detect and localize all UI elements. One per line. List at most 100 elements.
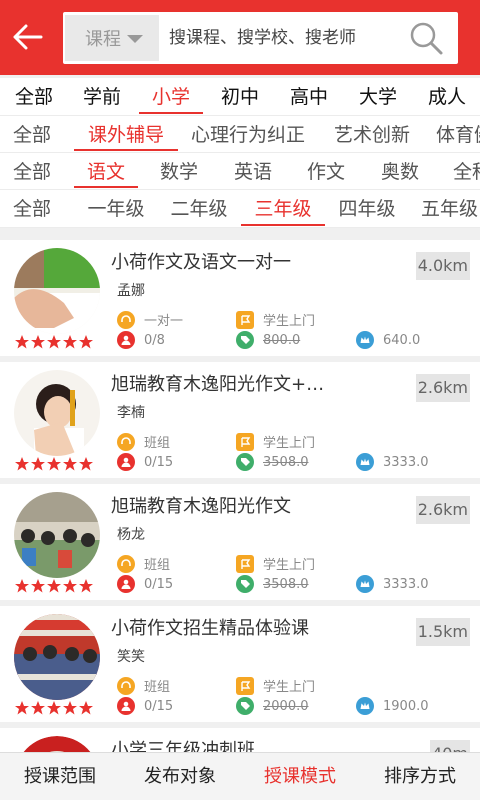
enrollment-count: 0/15 (144, 576, 174, 592)
enrollment: 0/15 (117, 697, 173, 715)
mode-label: 班组 (144, 436, 171, 451)
crown-icon (356, 575, 374, 593)
discount-price: 3333.0 (356, 453, 429, 471)
subject-olympiad[interactable]: 奥数 (380, 153, 420, 190)
category-filter-row: 全部 课外辅导 心理行为纠正 艺术创新 体育健 (0, 116, 480, 153)
stage-senior[interactable]: 高中 (289, 78, 329, 116)
enrollment: 0/15 (117, 575, 173, 593)
service-label: 学生上门 (263, 314, 316, 329)
subject-filter-row: 全部 语文 数学 英语 作文 奥数 全科 (0, 153, 480, 190)
rating-stars (15, 579, 93, 593)
back-button[interactable] (6, 14, 50, 60)
service-type: 学生上门 (236, 554, 315, 573)
subject-composition[interactable]: 作文 (306, 153, 346, 190)
stage-all[interactable]: 全部 (14, 78, 54, 116)
distance-badge: 4.0km (415, 252, 470, 280)
enrollment-count: 0/15 (144, 698, 174, 714)
teaching-mode: 班组 (117, 676, 170, 695)
tab-sort-order[interactable]: 排序方式 (360, 753, 480, 800)
top-bar: 课程 (0, 0, 480, 75)
service-type: 学生上门 (236, 432, 315, 451)
grade-filter-row: 全部 一年级 二年级 三年级 四年级 五年级 (0, 190, 480, 228)
grade-4[interactable]: 四年级 (337, 190, 397, 228)
flag-icon (236, 310, 254, 329)
original-price: 2000.0 (236, 697, 309, 715)
search-scope-dropdown[interactable]: 课程 (65, 15, 159, 61)
headset-icon (117, 310, 135, 329)
course-card[interactable]: 小荷作文招生精品体验课 笑笑 1.5km 班组 学生上门 0/15 2000.0… (0, 606, 480, 722)
category-sports[interactable]: 体育健 (436, 116, 480, 153)
grade-1[interactable]: 一年级 (86, 190, 146, 228)
grade-5[interactable]: 五年级 (421, 190, 480, 228)
subject-all[interactable]: 全部 (12, 153, 52, 190)
subject-general[interactable]: 全科 (453, 153, 480, 190)
stage-filter-row: 全部 学前 小学 初中 高中 大学 成人 (0, 78, 480, 116)
flag-icon (236, 432, 254, 451)
distance-badge: 2.6km (415, 496, 470, 524)
headset-icon (117, 432, 135, 451)
category-behavior[interactable]: 心理行为纠正 (188, 116, 308, 153)
headset-icon (117, 676, 135, 695)
category-art[interactable]: 艺术创新 (332, 116, 412, 153)
price-tag-icon (236, 453, 254, 471)
stage-preschool[interactable]: 学前 (82, 78, 122, 116)
subject-chinese[interactable]: 语文 (74, 153, 138, 190)
stage-primary[interactable]: 小学 (139, 78, 203, 116)
rating-stars (15, 457, 93, 471)
tab-teaching-range[interactable]: 授课范围 (0, 753, 120, 800)
rating-stars (15, 335, 93, 349)
original-price: 3508.0 (236, 453, 309, 471)
subject-math[interactable]: 数学 (159, 153, 199, 190)
enrollment: 0/15 (117, 453, 173, 471)
grade-2[interactable]: 二年级 (169, 190, 229, 228)
enrollment: 0/8 (117, 331, 165, 349)
course-card[interactable]: 旭瑞教育木逸阳光作文 杨龙 2.6km 班组 学生上门 0/15 3508.0 … (0, 484, 480, 600)
service-label: 学生上门 (263, 680, 316, 695)
teacher-name: 杨龙 (117, 527, 145, 543)
course-avatar (14, 492, 100, 578)
course-avatar (14, 248, 100, 334)
rating-stars (15, 701, 93, 715)
category-all[interactable]: 全部 (12, 116, 52, 153)
original-price-value: 3508.0 (263, 576, 309, 592)
mode-label: 一对一 (144, 314, 184, 329)
tab-teaching-mode[interactable]: 授课模式 (240, 753, 360, 800)
stage-junior[interactable]: 初中 (220, 78, 260, 116)
grade-all[interactable]: 全部 (12, 190, 52, 228)
enrollment-count: 0/8 (144, 332, 165, 348)
course-title: 旭瑞教育木逸阳光作文+… (111, 374, 325, 395)
teaching-mode: 班组 (117, 554, 170, 573)
search-scope-label: 课程 (85, 29, 121, 50)
tab-target-audience[interactable]: 发布对象 (120, 753, 240, 800)
discount-price: 640.0 (356, 331, 420, 349)
search-button[interactable] (408, 20, 444, 56)
course-card[interactable]: 小荷作文及语文一对一 孟娜 4.0km 一对一 学生上门 0/8 800.0 6… (0, 240, 480, 356)
category-tutoring[interactable]: 课外辅导 (74, 116, 178, 153)
headset-icon (117, 554, 135, 573)
chevron-down-icon (127, 35, 143, 43)
discount-price-value: 3333.0 (383, 454, 429, 470)
discount-price-value: 1900.0 (383, 698, 429, 714)
service-label: 学生上门 (263, 558, 316, 573)
search-input[interactable] (169, 15, 399, 61)
teaching-mode: 班组 (117, 432, 170, 451)
stage-adult[interactable]: 成人 (427, 78, 467, 116)
crown-icon (356, 697, 374, 715)
mode-label: 班组 (144, 558, 171, 573)
teacher-name: 李楠 (117, 405, 145, 421)
grade-3[interactable]: 三年级 (241, 190, 325, 228)
price-tag-icon (236, 697, 254, 715)
teaching-mode: 一对一 (117, 310, 183, 329)
original-price: 3508.0 (236, 575, 309, 593)
flag-icon (236, 554, 254, 573)
original-price-value: 2000.0 (263, 698, 309, 714)
course-title: 旭瑞教育木逸阳光作文 (111, 496, 291, 517)
subject-english[interactable]: 英语 (233, 153, 273, 190)
stage-university[interactable]: 大学 (358, 78, 398, 116)
course-card[interactable]: 旭瑞教育木逸阳光作文+… 李楠 2.6km 班组 学生上门 0/15 3508.… (0, 362, 480, 478)
discount-price: 1900.0 (356, 697, 429, 715)
bottom-tab-bar: 授课范围 发布对象 授课模式 排序方式 (0, 752, 480, 800)
arrow-left-icon (13, 24, 43, 50)
price-tag-icon (236, 331, 254, 349)
price-tag-icon (236, 575, 254, 593)
